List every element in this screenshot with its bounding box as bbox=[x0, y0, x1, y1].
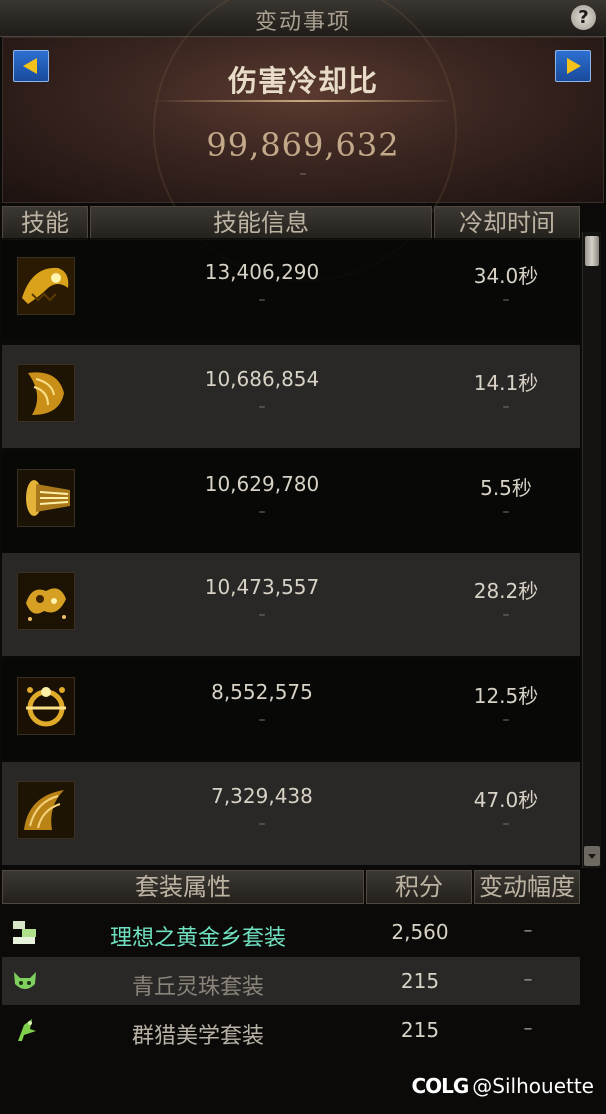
column-header-cooldown[interactable]: 冷却时间 bbox=[434, 206, 580, 240]
list-item[interactable]: 理想之黄金乡套装 2,560 – bbox=[2, 908, 580, 956]
skill-list-scrollbar[interactable] bbox=[582, 232, 601, 868]
skill-damage: 8,552,575 bbox=[211, 680, 313, 704]
question-icon[interactable]: ? bbox=[571, 5, 596, 30]
skill-damage-change: – bbox=[258, 816, 266, 832]
table-row: 10,629,780 – 5.5秒 – bbox=[2, 450, 580, 553]
skill-cooldown-change: – bbox=[502, 816, 510, 832]
set-change: – bbox=[523, 920, 533, 941]
fox-set-icon bbox=[10, 966, 40, 996]
stat-divider bbox=[153, 100, 453, 102]
skill-cooldown-change: – bbox=[502, 712, 510, 728]
skill-icon-4 bbox=[17, 572, 75, 630]
skill-damage: 13,406,290 bbox=[204, 260, 320, 284]
list-item[interactable]: 群猎美学套装 215 – bbox=[2, 1006, 580, 1054]
stat-header-panel: 伤害冷却比 99,869,632 – bbox=[2, 0, 604, 282]
table-row: 8,552,575 – 12.5秒 – bbox=[2, 658, 580, 761]
skill-cooldown-change: – bbox=[502, 504, 510, 520]
set-score: 2,560 bbox=[391, 920, 449, 944]
hunt-set-icon bbox=[10, 1015, 40, 1045]
skill-damage: 7,329,438 bbox=[211, 784, 313, 808]
set-score: 215 bbox=[400, 1018, 440, 1042]
skill-icon-2 bbox=[17, 364, 75, 422]
set-change: – bbox=[523, 969, 533, 990]
skill-damage-change: – bbox=[258, 399, 266, 415]
skill-cooldown-change: – bbox=[502, 607, 510, 623]
skill-damage: 10,686,854 bbox=[204, 367, 320, 391]
stat-change: – bbox=[299, 166, 307, 182]
gold-set-icon bbox=[10, 917, 40, 947]
column-header-score[interactable]: 积分 bbox=[366, 870, 472, 904]
set-name: 理想之黄金乡套装 bbox=[109, 926, 286, 951]
skill-cooldown: 5.5秒 bbox=[480, 476, 532, 500]
stat-value: 99,869,632 bbox=[206, 126, 400, 164]
table-row: 10,686,854 – 14.1秒 – bbox=[2, 345, 580, 448]
skill-damage-change: – bbox=[258, 607, 266, 623]
column-header-skill-info[interactable]: 技能信息 bbox=[90, 206, 432, 240]
skill-cooldown: 34.0秒 bbox=[473, 264, 539, 288]
watermark: COLG @Silhouette bbox=[411, 1074, 594, 1098]
skill-damage-change: – bbox=[258, 292, 266, 308]
skill-damage-change: – bbox=[258, 504, 266, 520]
table-row: 10,473,557 – 28.2秒 – bbox=[2, 553, 580, 656]
scrollbar-thumb[interactable] bbox=[585, 236, 599, 266]
column-header-skill[interactable]: 技能 bbox=[2, 206, 88, 240]
skill-cooldown: 12.5秒 bbox=[473, 684, 539, 708]
skill-icon-6 bbox=[17, 781, 75, 839]
set-change: – bbox=[523, 1018, 533, 1039]
skill-damage-change: – bbox=[258, 712, 266, 728]
skill-icon-3 bbox=[17, 469, 75, 527]
skill-icon-5 bbox=[17, 677, 75, 735]
colg-logo: COLG bbox=[411, 1074, 469, 1098]
set-name: 青丘灵珠套装 bbox=[131, 975, 264, 1000]
scroll-down-arrow-icon[interactable] bbox=[584, 846, 600, 866]
skill-cooldown-change: – bbox=[502, 399, 510, 415]
list-item[interactable]: 青丘灵珠套装 215 – bbox=[2, 957, 580, 1005]
skill-cooldown: 14.1秒 bbox=[473, 371, 539, 395]
skill-icon-1 bbox=[17, 257, 75, 315]
skill-damage: 10,473,557 bbox=[204, 575, 320, 599]
skill-cooldown: 28.2秒 bbox=[473, 579, 539, 603]
set-name: 群猎美学套装 bbox=[131, 1024, 264, 1049]
skill-cooldown-change: – bbox=[502, 292, 510, 308]
table-row: 7,329,438 – 47.0秒 – bbox=[2, 762, 580, 865]
skill-damage: 10,629,780 bbox=[204, 472, 320, 496]
column-header-set-attribute[interactable]: 套装属性 bbox=[2, 870, 364, 904]
set-score: 215 bbox=[400, 969, 440, 993]
skill-cooldown: 47.0秒 bbox=[473, 788, 539, 812]
stat-title: 伤害冷却比 bbox=[227, 64, 378, 98]
column-header-change-range[interactable]: 变动幅度 bbox=[474, 870, 580, 904]
watermark-handle: @Silhouette bbox=[472, 1074, 594, 1098]
table-row: 13,406,290 – 34.0秒 – bbox=[2, 238, 580, 341]
